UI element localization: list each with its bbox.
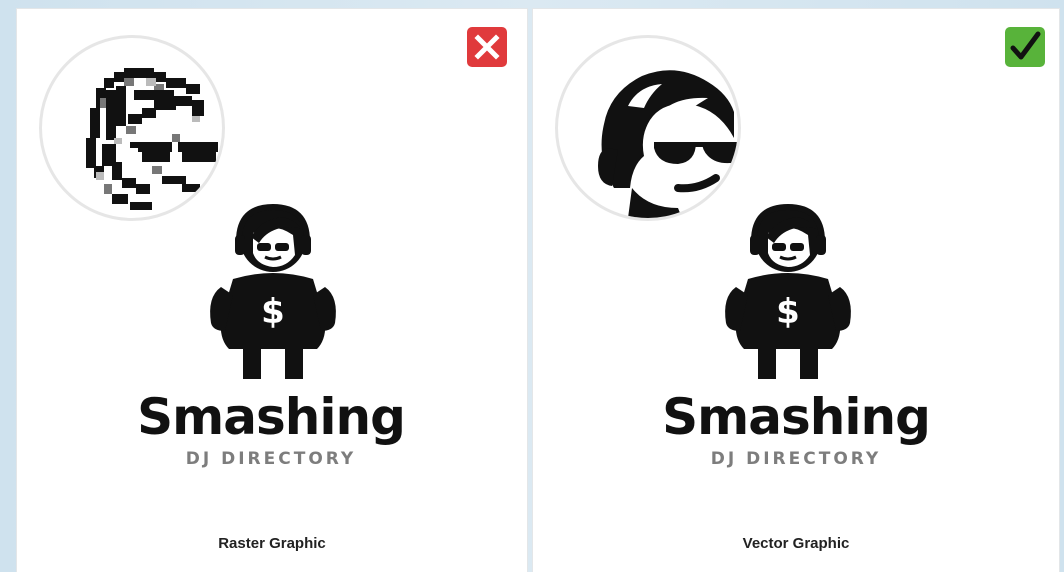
- brand-logo: Smashing DJ DIRECTORY: [16, 391, 526, 469]
- panel-caption: Raster Graphic: [218, 535, 326, 552]
- brand-subtitle: DJ DIRECTORY: [710, 449, 882, 469]
- check-icon: [1005, 27, 1045, 67]
- pixelated-zoom-magnifier: [39, 35, 225, 221]
- svg-text:$: $: [261, 292, 285, 332]
- brand-name: Smashing: [137, 388, 406, 446]
- raster-panel: $ Smashing DJ DIRECTORY Raster Graphic: [17, 9, 527, 572]
- panel-caption: Vector Graphic: [742, 535, 850, 552]
- dj-mascot-logo: $: [708, 199, 868, 379]
- brand-logo: Smashing DJ DIRECTORY: [533, 391, 1059, 469]
- brand-subtitle: DJ DIRECTORY: [185, 449, 357, 469]
- svg-text:$: $: [776, 292, 800, 332]
- brand-name: Smashing: [662, 388, 931, 446]
- close-icon: [467, 27, 507, 67]
- dj-mascot-logo: $: [193, 199, 353, 379]
- vector-panel: $ Smashing DJ DIRECTORY Vector Graphic: [533, 9, 1059, 572]
- vector-zoom-magnifier: [555, 35, 741, 221]
